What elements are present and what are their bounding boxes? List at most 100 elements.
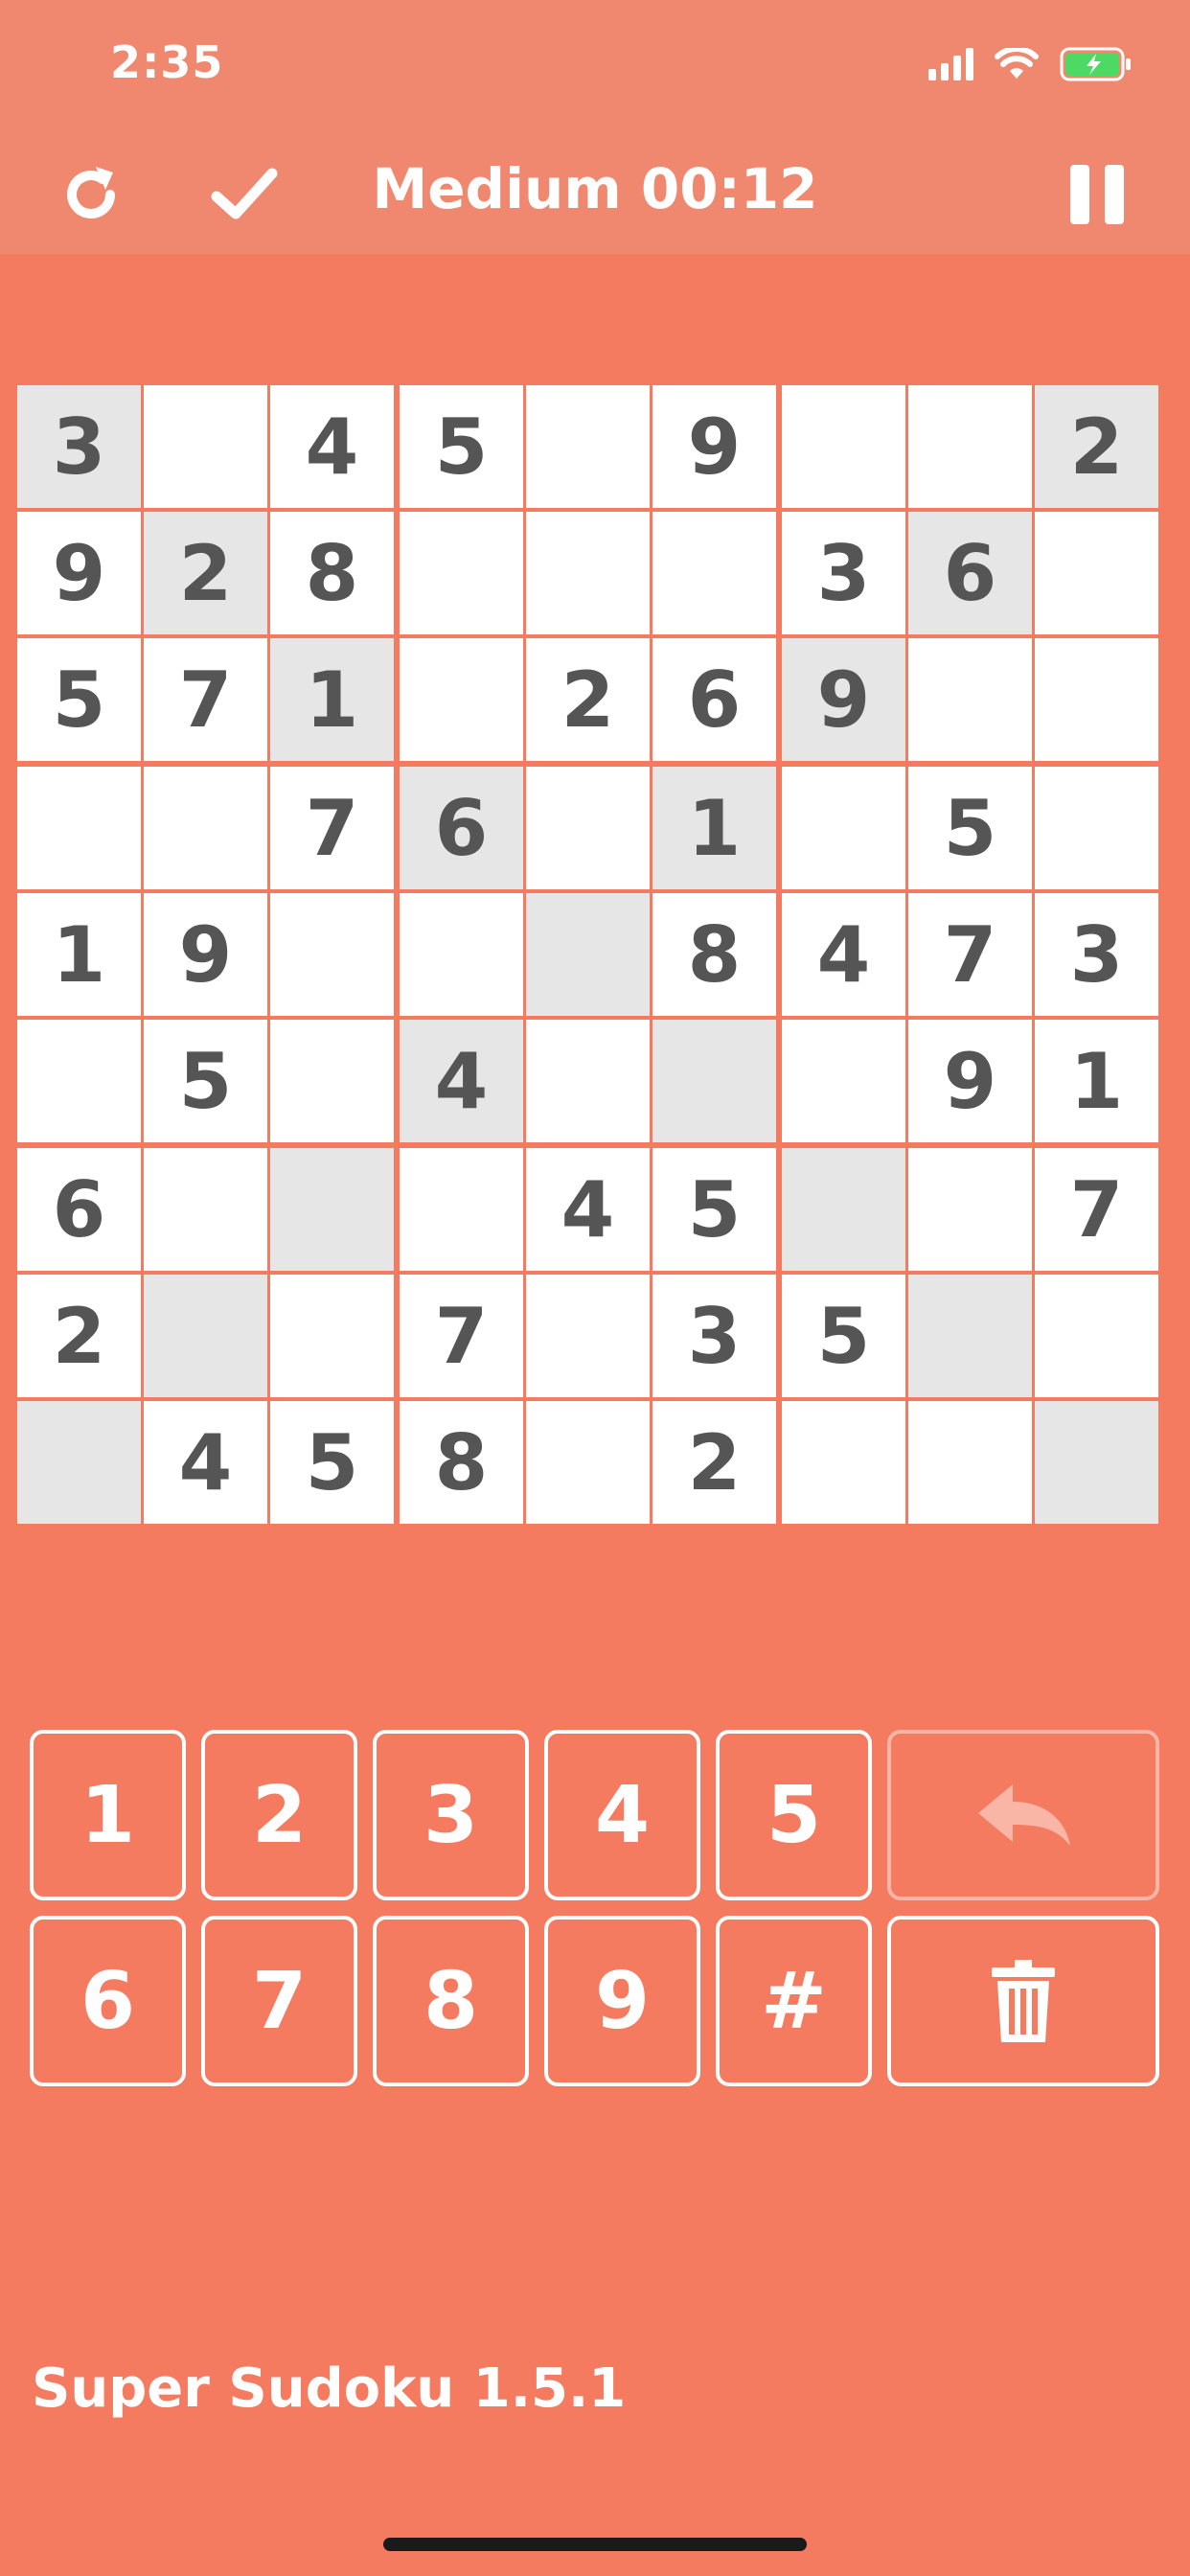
status-time: 2:35 — [110, 36, 224, 88]
grid-cell[interactable]: 6 — [908, 512, 1032, 634]
grid-cell[interactable]: 6 — [17, 1148, 141, 1271]
status-bar: 2:35 — [0, 0, 1190, 129]
grid-cell[interactable] — [1035, 1401, 1158, 1524]
pause-button[interactable] — [1059, 156, 1135, 233]
grid-cell[interactable] — [908, 638, 1032, 761]
grid-cell[interactable] — [908, 385, 1032, 508]
grid-cell[interactable] — [1035, 512, 1158, 634]
grid-cell[interactable] — [17, 767, 141, 889]
number-button-5[interactable]: 5 — [716, 1730, 872, 1900]
grid-cell[interactable] — [526, 1401, 650, 1524]
grid-cell[interactable]: 5 — [908, 767, 1032, 889]
grid-cell[interactable] — [782, 1020, 905, 1142]
number-button-6[interactable]: 6 — [30, 1916, 186, 2086]
grid-cell[interactable]: 2 — [144, 512, 267, 634]
grid-cell[interactable]: 4 — [526, 1148, 650, 1271]
grid-cell[interactable] — [526, 767, 650, 889]
grid-cell[interactable]: 8 — [400, 1401, 523, 1524]
grid-cell[interactable] — [526, 1275, 650, 1397]
grid-cell[interactable]: 1 — [17, 893, 141, 1016]
grid-cell[interactable] — [17, 1401, 141, 1524]
grid-cell[interactable] — [17, 1020, 141, 1142]
grid-cell[interactable]: 2 — [526, 638, 650, 761]
number-button-9[interactable]: 9 — [544, 1916, 700, 2086]
grid-cell[interactable] — [1035, 638, 1158, 761]
grid-cell[interactable] — [270, 1148, 394, 1271]
grid-cell[interactable]: 8 — [652, 893, 776, 1016]
grid-cell[interactable]: 9 — [17, 512, 141, 634]
grid-cell[interactable] — [652, 1020, 776, 1142]
grid-cell[interactable] — [652, 512, 776, 634]
grid-cell[interactable]: 5 — [144, 1020, 267, 1142]
grid-cell[interactable] — [1035, 1275, 1158, 1397]
grid-cell[interactable]: 6 — [400, 767, 523, 889]
grid-cell[interactable] — [270, 1275, 394, 1397]
grid-cell[interactable] — [400, 512, 523, 634]
grid-cell[interactable]: 9 — [144, 893, 267, 1016]
grid-cell[interactable] — [526, 385, 650, 508]
grid-cell[interactable]: 1 — [270, 638, 394, 761]
grid-cell[interactable]: 1 — [1035, 1020, 1158, 1142]
grid-cell[interactable]: 9 — [782, 638, 905, 761]
grid-cell[interactable] — [526, 1020, 650, 1142]
delete-button[interactable] — [887, 1916, 1159, 2086]
undo-button[interactable] — [887, 1730, 1159, 1900]
number-button-3[interactable]: 3 — [373, 1730, 529, 1900]
grid-cell[interactable]: 2 — [1035, 385, 1158, 508]
notes-toggle-button[interactable]: # — [716, 1916, 872, 2086]
grid-cell[interactable] — [400, 638, 523, 761]
grid-cell[interactable]: 5 — [270, 1401, 394, 1524]
grid-cell[interactable]: 5 — [17, 638, 141, 761]
grid-cell[interactable] — [1035, 767, 1158, 889]
number-button-2[interactable]: 2 — [201, 1730, 357, 1900]
grid-cell[interactable] — [908, 1401, 1032, 1524]
grid-cell[interactable]: 2 — [652, 1401, 776, 1524]
grid-cell[interactable]: 4 — [782, 893, 905, 1016]
grid-cell[interactable] — [526, 512, 650, 634]
number-button-4[interactable]: 4 — [544, 1730, 700, 1900]
grid-cell[interactable] — [270, 1020, 394, 1142]
grid-cell[interactable]: 3 — [652, 1275, 776, 1397]
grid-cell[interactable]: 7 — [908, 893, 1032, 1016]
grid-cell[interactable] — [400, 893, 523, 1016]
battery-charging-icon — [1060, 47, 1131, 81]
grid-cell[interactable] — [400, 1148, 523, 1271]
grid-cell[interactable] — [782, 1148, 905, 1271]
grid-cell[interactable]: 9 — [908, 1020, 1032, 1142]
grid-cell[interactable] — [144, 1148, 267, 1271]
grid-cell[interactable]: 7 — [1035, 1148, 1158, 1271]
grid-cell[interactable] — [782, 1401, 905, 1524]
grid-cell[interactable]: 7 — [400, 1275, 523, 1397]
grid-cell[interactable]: 7 — [270, 767, 394, 889]
grid-cell[interactable]: 5 — [782, 1275, 905, 1397]
grid-cell[interactable]: 5 — [400, 385, 523, 508]
grid-cell[interactable] — [144, 767, 267, 889]
grid-cell[interactable]: 2 — [17, 1275, 141, 1397]
grid-cell[interactable]: 8 — [270, 512, 394, 634]
grid-cell[interactable] — [144, 385, 267, 508]
grid-cell[interactable] — [526, 893, 650, 1016]
grid-cell[interactable]: 3 — [17, 385, 141, 508]
number-button-8[interactable]: 8 — [373, 1916, 529, 2086]
grid-cell[interactable]: 6 — [652, 638, 776, 761]
grid-cell[interactable]: 9 — [652, 385, 776, 508]
grid-cell[interactable] — [782, 385, 905, 508]
grid-cell[interactable]: 4 — [270, 385, 394, 508]
undo-icon — [978, 1784, 1070, 1846]
sudoku-grid: 3459292836571269761519847354916457273545… — [17, 385, 1170, 1530]
grid-cell[interactable]: 7 — [144, 638, 267, 761]
grid-cell[interactable] — [270, 893, 394, 1016]
grid-cell[interactable] — [908, 1275, 1032, 1397]
grid-cell[interactable]: 1 — [652, 767, 776, 889]
grid-cell[interactable]: 5 — [652, 1148, 776, 1271]
grid-cell[interactable]: 4 — [400, 1020, 523, 1142]
grid-cell[interactable] — [782, 767, 905, 889]
grid-cell[interactable] — [908, 1148, 1032, 1271]
grid-cell[interactable]: 4 — [144, 1401, 267, 1524]
grid-cell[interactable]: 3 — [782, 512, 905, 634]
number-button-7[interactable]: 7 — [201, 1916, 357, 2086]
trash-icon — [992, 1960, 1055, 2042]
grid-cell[interactable]: 3 — [1035, 893, 1158, 1016]
number-button-1[interactable]: 1 — [30, 1730, 186, 1900]
grid-cell[interactable] — [144, 1275, 267, 1397]
